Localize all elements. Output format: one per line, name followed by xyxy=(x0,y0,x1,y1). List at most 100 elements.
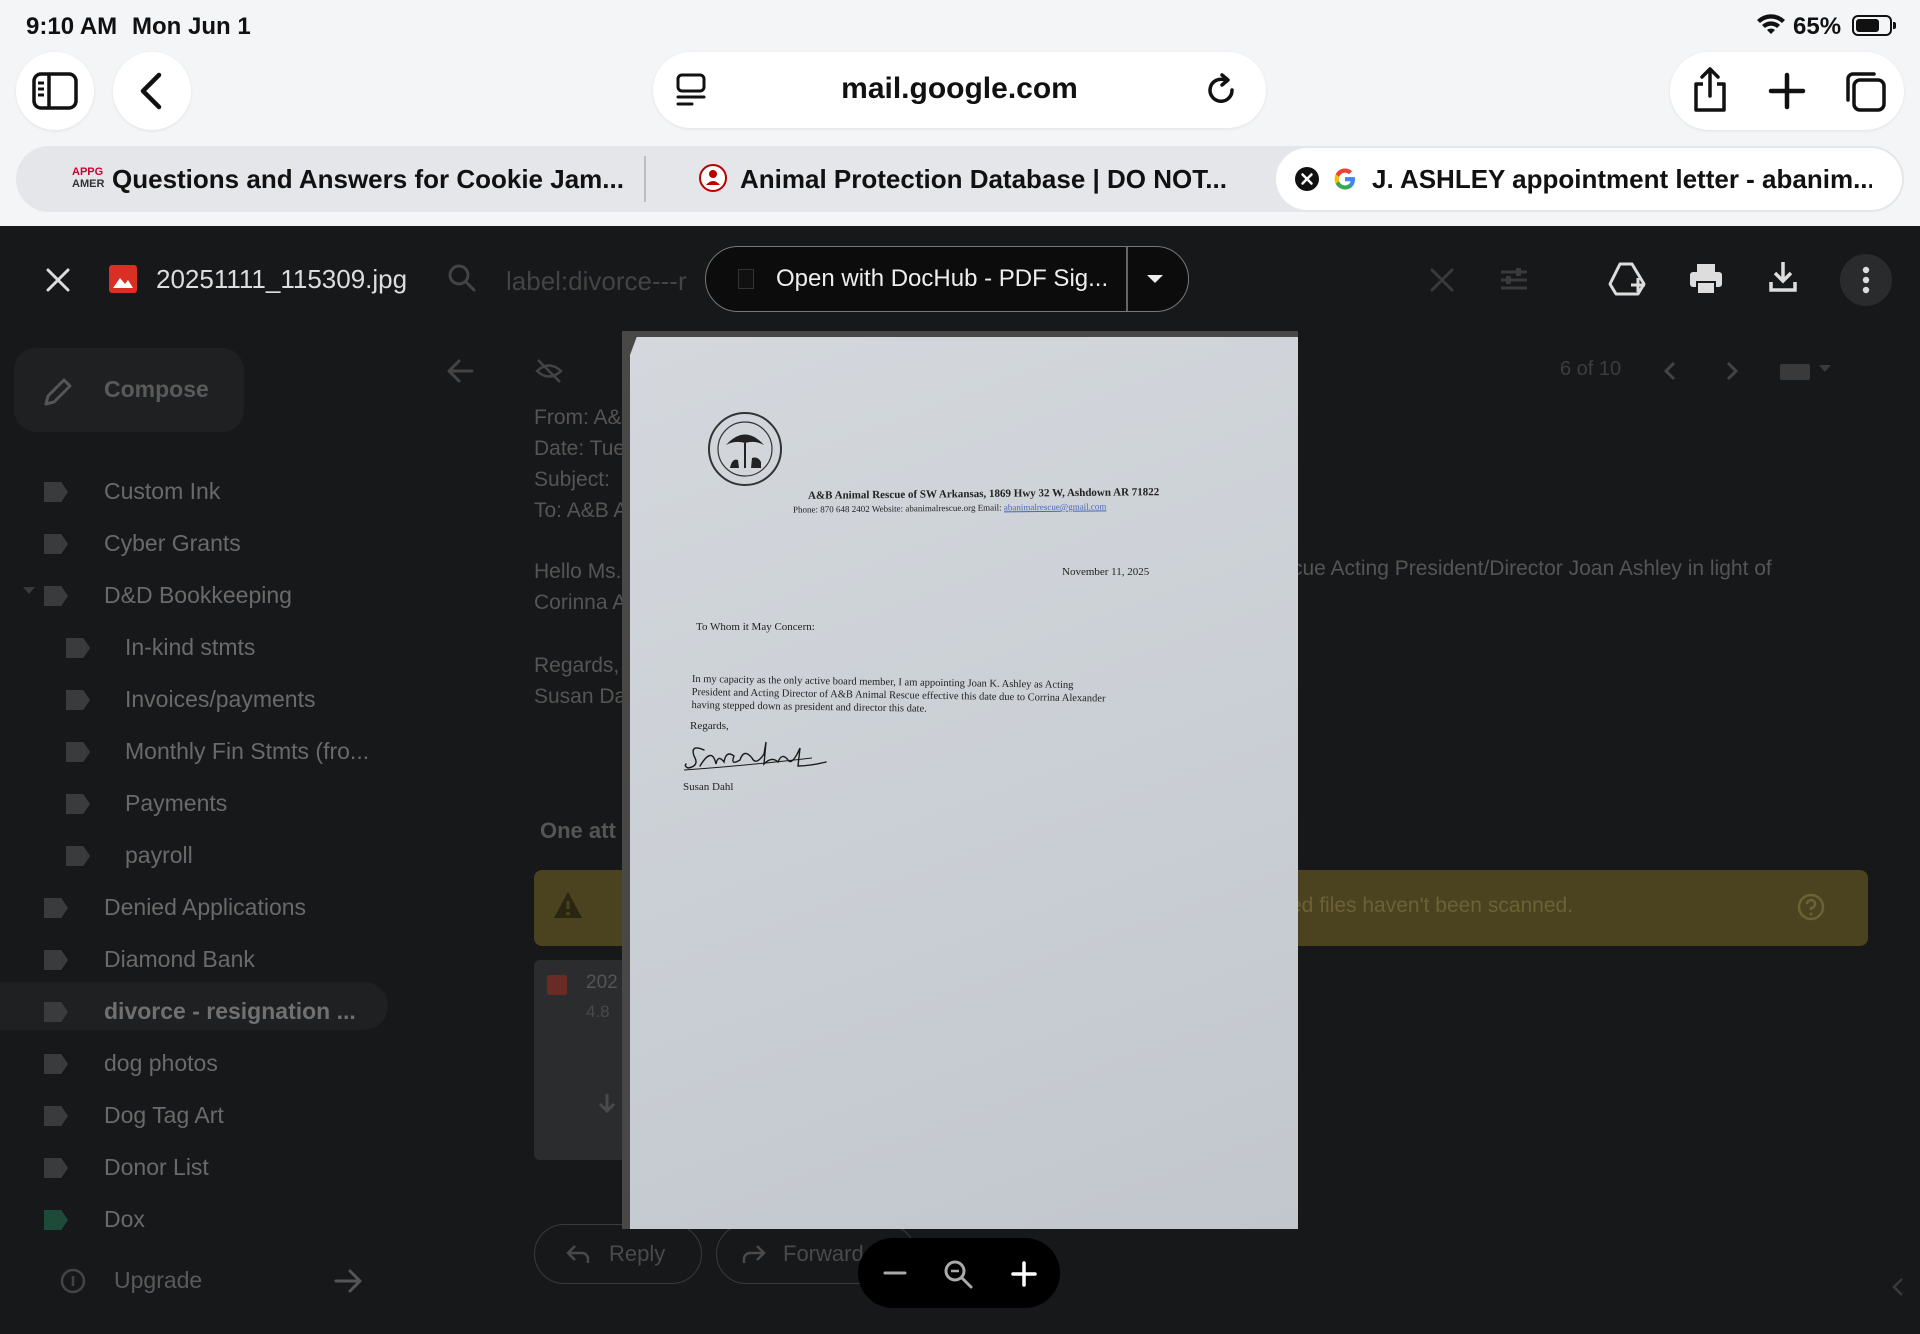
letter-paper: A&B Animal Rescue of SW Arkansas, 1869 H… xyxy=(630,337,1298,1229)
label-icon xyxy=(66,690,90,710)
label-name: Cyber Grants xyxy=(104,530,241,556)
chevron-left-icon[interactable] xyxy=(1662,360,1678,382)
help-icon[interactable] xyxy=(1796,892,1826,922)
warning-icon xyxy=(554,892,582,918)
attachment-size: 4.8 xyxy=(586,1002,610,1021)
viewer-filename: 20251111_115309.jpg xyxy=(156,264,408,294)
more-options-button[interactable] xyxy=(1840,254,1892,306)
label-icon xyxy=(44,482,68,502)
tab-animal-protection[interactable]: Animal Protection Database | DO NOT... xyxy=(648,146,1268,212)
email-subject: Subject: xyxy=(534,468,610,491)
share-icon[interactable] xyxy=(1690,66,1730,114)
tab-divider xyxy=(644,156,646,202)
label-name: dog photos xyxy=(104,1050,218,1076)
close-viewer-icon[interactable] xyxy=(44,266,72,294)
compose-label: Compose xyxy=(104,376,209,402)
search-options-icon[interactable] xyxy=(1498,264,1530,296)
tabs-overview-icon[interactable] xyxy=(1842,70,1888,114)
zoom-reset-icon[interactable] xyxy=(942,1258,974,1290)
pager-text: 6 of 10 xyxy=(1560,358,1622,380)
sidebar-icon xyxy=(32,72,78,110)
email-from: From: A& xyxy=(534,406,622,429)
label-icon xyxy=(66,638,90,658)
search-input[interactable]: label:divorce---r xyxy=(506,266,687,297)
reload-icon[interactable] xyxy=(1203,72,1239,108)
tab-cookie-jam[interactable]: APPG AMER Questions and Answers for Cook… xyxy=(16,146,644,212)
favicon-line-1: APPG xyxy=(72,166,104,178)
tab-ashley-letter[interactable]: J. ASHLEY appointment letter - abanim... xyxy=(1276,148,1902,210)
dropdown-small-icon[interactable] xyxy=(1818,364,1832,374)
label-icon xyxy=(44,1054,68,1074)
zoom-out-icon[interactable] xyxy=(882,1262,908,1284)
toolbar-actions xyxy=(1670,52,1904,130)
letterhead-contact: Phone: 870 648 2402 Website: abanimalres… xyxy=(793,501,1106,514)
close-tab-icon[interactable] xyxy=(1294,166,1320,192)
status-date: Mon Jun 1 xyxy=(132,13,251,40)
label-icon xyxy=(44,1158,68,1178)
clear-search-icon[interactable] xyxy=(1428,266,1456,294)
email-body-right: cue Acting President/Director Joan Ashle… xyxy=(1292,557,1772,580)
address-bar[interactable]: mail.google.com xyxy=(653,52,1266,128)
email-signer-line: Susan Da xyxy=(534,685,627,708)
tab-label: Questions and Answers for Cookie Jam... xyxy=(112,164,624,194)
email-meta: From: A& Date: Tue Subject: To: A&B A xyxy=(534,402,627,526)
appg-favicon: APPG AMER xyxy=(72,166,104,194)
email-body-line: Corinna A xyxy=(534,591,627,614)
letter-body: In my capacity as the only active board … xyxy=(691,673,1105,718)
label-name: Dox xyxy=(104,1206,145,1232)
tab-label: J. ASHLEY appointment letter - abanim... xyxy=(1372,164,1872,194)
open-with-button[interactable]: Open with DocHub - PDF Sig... xyxy=(705,246,1189,312)
label-icon xyxy=(44,950,68,970)
label-name: D&D Bookkeeping xyxy=(104,582,292,608)
battery-percent: 65% xyxy=(1793,13,1842,40)
google-favicon xyxy=(1334,168,1355,190)
back-button[interactable] xyxy=(113,52,191,130)
label-icon xyxy=(66,742,90,762)
label-name: Payments xyxy=(125,790,228,816)
zoom-in-icon[interactable] xyxy=(1010,1260,1038,1288)
compose-button[interactable]: Compose xyxy=(14,348,244,432)
arrow-right-icon xyxy=(334,1269,362,1293)
reply-label: Reply xyxy=(609,1241,666,1266)
add-to-drive-icon[interactable] xyxy=(1608,260,1648,298)
dropdown-arrow-icon[interactable] xyxy=(1144,271,1166,287)
label-name: Donor List xyxy=(104,1154,209,1180)
info-icon xyxy=(60,1268,86,1294)
keyboard-icon[interactable] xyxy=(1780,364,1810,380)
email-body-line: Hello Ms. xyxy=(534,560,622,583)
more-vert-icon xyxy=(1862,266,1870,294)
label-name: Invoices/payments xyxy=(125,686,316,712)
label-icon xyxy=(44,1210,68,1230)
image-file-icon xyxy=(547,975,567,995)
label-name: Dog Tag Art xyxy=(104,1102,224,1128)
sidebar-toggle-button[interactable] xyxy=(16,52,94,130)
hide-icon[interactable] xyxy=(534,356,564,386)
reply-button[interactable]: Reply xyxy=(534,1224,702,1284)
open-with-label: Open with DocHub - PDF Sig... xyxy=(776,265,1109,292)
new-tab-icon[interactable] xyxy=(1768,72,1806,110)
back-arrow-icon[interactable] xyxy=(446,358,474,384)
attachment-name: 202 xyxy=(586,972,618,993)
reply-icon xyxy=(566,1245,590,1263)
letterhead-org: A&B Animal Rescue of SW Arkansas, 1869 H… xyxy=(807,486,1160,502)
document-preview[interactable]: A&B Animal Rescue of SW Arkansas, 1869 H… xyxy=(622,331,1298,1229)
print-icon[interactable] xyxy=(1688,262,1724,296)
collapse-panel-icon[interactable] xyxy=(1890,1276,1906,1298)
status-time: 9:10 AM xyxy=(26,13,118,40)
email-regards-line: Regards, xyxy=(534,654,620,677)
warning-text: ed files haven't been scanned. xyxy=(1290,894,1574,917)
attachment-card[interactable]: 202 4.8 xyxy=(534,960,626,1160)
open-with-divider xyxy=(1126,247,1128,311)
download-icon[interactable] xyxy=(1768,260,1798,294)
battery-icon xyxy=(1852,15,1896,36)
pencil-icon xyxy=(44,378,72,406)
download-icon[interactable] xyxy=(592,1090,622,1124)
expand-arrow-icon[interactable] xyxy=(22,586,36,596)
chevron-right-icon[interactable] xyxy=(1724,360,1740,382)
label-name: Custom Ink xyxy=(104,478,221,504)
email-to: To: A&B A xyxy=(534,499,628,522)
letter-salutation: To Whom it May Concern: xyxy=(696,621,815,633)
upgrade-label: Upgrade xyxy=(114,1267,203,1293)
search-icon[interactable] xyxy=(446,262,478,294)
label-icon xyxy=(66,794,90,814)
